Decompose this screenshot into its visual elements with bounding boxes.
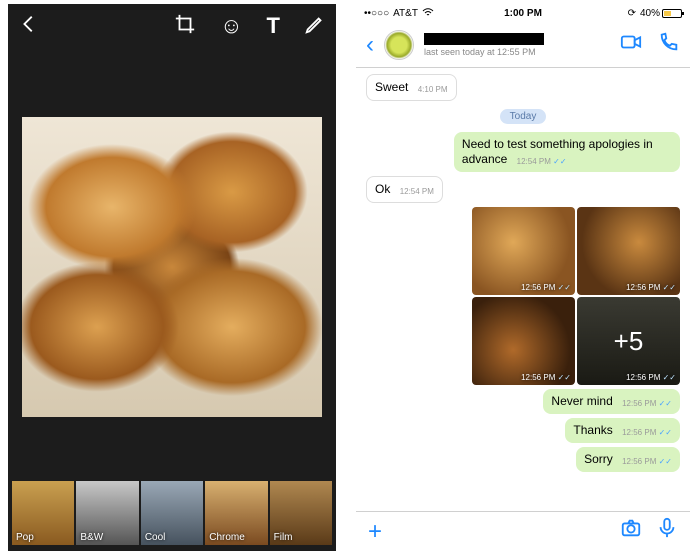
signal-icon: ••○○○ (364, 8, 389, 19)
message-time: 12:54 PM ✓✓ (517, 157, 567, 167)
message-out[interactable]: Sorry 12:56 PM ✓✓ (576, 447, 680, 472)
editor-canvas[interactable] (8, 48, 336, 479)
input-bar: + (356, 511, 690, 551)
contact-name-area[interactable]: last seen today at 12:55 PM (424, 33, 610, 57)
message-list[interactable]: Sweet 4:10 PM Today Need to test somethi… (356, 68, 690, 511)
message-text: Sorry (584, 452, 613, 466)
message-time: 12:54 PM (400, 187, 434, 197)
filter-chrome[interactable]: Chrome (205, 481, 267, 545)
message-out[interactable]: Need to test something apologies in adva… (454, 132, 680, 172)
media-grid[interactable]: 12:56 PM ✓✓ 12:56 PM ✓✓ 12:56 PM ✓✓ +5 1… (472, 207, 680, 385)
chat-header: ‹ last seen today at 12:55 PM (356, 22, 690, 68)
message-text: Sweet (375, 80, 408, 94)
pencil-icon[interactable] (304, 13, 326, 40)
message-text: Thanks (573, 423, 612, 437)
back-icon[interactable]: ‹ (366, 31, 374, 59)
battery-indicator: 40% (640, 8, 682, 19)
overflow-count: +5 (614, 326, 644, 357)
contact-name-redacted (424, 33, 544, 45)
rotation-lock-icon: ⟳ (628, 8, 636, 19)
carrier-label: AT&T (393, 8, 418, 19)
message-in[interactable]: Sweet 4:10 PM (366, 74, 457, 101)
camera-icon[interactable] (620, 517, 642, 546)
filter-bw[interactable]: B&W (76, 481, 138, 545)
crop-icon[interactable] (174, 13, 196, 40)
media-thumbnail[interactable]: 12:56 PM ✓✓ (472, 207, 575, 295)
video-call-icon[interactable] (620, 31, 642, 59)
media-thumbnail[interactable]: 12:56 PM ✓✓ (577, 207, 680, 295)
message-text: Never mind (551, 394, 612, 408)
wifi-icon (422, 7, 434, 20)
avatar[interactable] (384, 30, 414, 60)
media-thumbnail[interactable]: 12:56 PM ✓✓ (472, 297, 575, 385)
voice-call-icon[interactable] (658, 31, 680, 59)
status-bar: ••○○○ AT&T 1:00 PM ⟳ 40% (356, 4, 690, 22)
microphone-icon[interactable] (656, 517, 678, 546)
add-attachment-icon[interactable]: + (368, 518, 382, 546)
message-in[interactable]: Ok 12:54 PM (366, 176, 443, 203)
clock: 1:00 PM (504, 8, 542, 19)
photo-editor: ☺ T Pop B&W Cool Chrome Film (8, 4, 336, 551)
filter-film[interactable]: Film (270, 481, 332, 545)
editor-toolbar: ☺ T (8, 4, 336, 48)
date-separator: Today (500, 109, 547, 124)
chat-screen: ••○○○ AT&T 1:00 PM ⟳ 40% ‹ last seen tod… (356, 4, 690, 551)
back-icon[interactable] (18, 13, 40, 40)
message-text: Ok (375, 182, 390, 196)
last-seen: last seen today at 12:55 PM (424, 47, 610, 57)
photo-preview (22, 117, 322, 417)
filter-pop[interactable]: Pop (12, 481, 74, 545)
message-out[interactable]: Thanks 12:56 PM ✓✓ (565, 418, 680, 443)
filter-cool[interactable]: Cool (141, 481, 203, 545)
media-overflow-tile[interactable]: +5 12:56 PM ✓✓ (577, 297, 680, 385)
filter-strip[interactable]: Pop B&W Cool Chrome Film (8, 479, 336, 551)
message-time: 4:10 PM (418, 85, 448, 95)
text-tool-icon[interactable]: T (267, 13, 280, 39)
emoji-icon[interactable]: ☺ (220, 13, 242, 39)
message-out[interactable]: Never mind 12:56 PM ✓✓ (543, 389, 680, 414)
